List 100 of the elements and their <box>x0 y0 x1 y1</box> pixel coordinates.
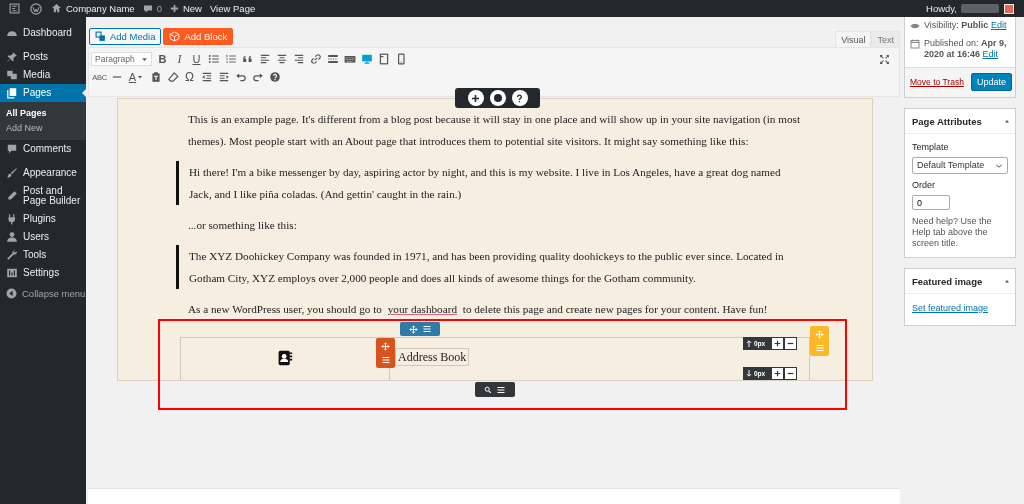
increase-button[interactable] <box>772 338 783 349</box>
help-button[interactable] <box>511 90 528 106</box>
numbered-list-icon <box>224 53 237 65</box>
plug-icon <box>6 213 18 225</box>
greeting: Howdy, <box>926 3 957 14</box>
square-icon <box>377 53 390 65</box>
indent-icon <box>217 71 230 83</box>
speech-bubble-icon <box>6 143 18 155</box>
editor-tab[interactable]: Visual <box>835 31 872 47</box>
view-page-link[interactable]: View Page <box>205 0 260 17</box>
editor-tab[interactable]: Text <box>871 31 900 47</box>
column-handle[interactable] <box>376 338 395 368</box>
layout-icon <box>9 3 20 14</box>
menu-item[interactable]: Posts <box>0 48 86 66</box>
fullscreen-icon <box>879 53 890 65</box>
sliders-icon <box>6 267 18 279</box>
menu-item[interactable]: Settings <box>0 264 86 282</box>
order-input[interactable]: 0 <box>912 195 950 210</box>
align-right-icon <box>292 53 305 65</box>
set-featured-image-link[interactable]: Set featured image <box>912 303 989 313</box>
add-media-button[interactable]: Add Media <box>89 28 162 45</box>
format-select[interactable]: Paragraph <box>91 52 152 66</box>
menu-item[interactable]: Comments <box>0 140 86 158</box>
photos-icon <box>6 69 18 81</box>
question-icon <box>515 93 524 103</box>
menu-item[interactable]: Media <box>0 66 86 84</box>
avatar-icon[interactable] <box>1004 3 1014 14</box>
search-icon <box>484 385 492 394</box>
format-button[interactable]: B <box>154 50 171 68</box>
paintbrush-icon <box>6 167 18 179</box>
collapse-toggle[interactable] <box>1004 278 1010 284</box>
decrease-button[interactable] <box>785 368 796 379</box>
down-arrow-icon <box>746 369 752 378</box>
move-icon <box>381 341 390 351</box>
increase-button[interactable] <box>772 368 783 379</box>
minus-icon <box>787 370 794 377</box>
undo-icon <box>234 71 247 83</box>
collapse-menu-button[interactable]: Collapse menu <box>0 284 86 302</box>
format-button[interactable]: U <box>188 50 205 68</box>
new-link[interactable]: New <box>165 0 206 17</box>
comments-link[interactable]: 0 <box>138 0 166 17</box>
row-toolbar[interactable] <box>475 382 515 397</box>
blockquote: The XYZ Doohickey Company was founded in 1971, and has been providing quality doohickeys to the public ever since. Located in Gotham City, XYZ employs over 2,000 people and does all kinds of awesome things for the Gotham community. <box>176 245 801 289</box>
cube-icon <box>169 31 181 42</box>
menu-item[interactable]: Plugins <box>0 210 86 228</box>
decrease-button[interactable] <box>785 338 796 349</box>
pin-icon <box>6 51 18 63</box>
keyboard-icon <box>343 53 356 65</box>
edit-link[interactable]: Edit <box>990 20 1007 30</box>
media-icon <box>95 31 106 42</box>
field-label: Template <box>912 142 950 153</box>
menu-item[interactable]: Dashboard <box>0 24 86 42</box>
submenu-item[interactable]: All Pages <box>0 106 86 121</box>
wrench-icon <box>6 249 18 261</box>
panel-title: Page Attributes <box>912 115 982 127</box>
template-select[interactable]: Default Template <box>912 157 1008 174</box>
caret-icon <box>141 55 148 63</box>
menu-icon <box>421 324 432 334</box>
menu-item[interactable]: Users <box>0 228 86 246</box>
collapse-toggle[interactable] <box>1004 118 1010 124</box>
caret-icon <box>137 74 144 80</box>
globe-button[interactable] <box>489 90 506 106</box>
format-button[interactable]: A <box>125 68 147 86</box>
pencil-icon <box>6 190 18 202</box>
move-to-trash-link[interactable]: Move to Trash <box>910 76 964 88</box>
format-button[interactable]: I <box>171 50 188 68</box>
blockquote: Hi there! I'm a bike messenger by day, aspiring actor by night, and this is my website. I live in Los Angeles, have a great dog named Jack, and I like piña coladas. (And gettin' caught in the rain.) <box>176 161 801 205</box>
site-name-link[interactable]: Company Name <box>47 0 139 17</box>
plus-icon <box>471 93 480 103</box>
link-icon <box>309 53 322 65</box>
paragraph: This is an example page. It's different from a blog post because it will stay in one place and will show up in your site navigation (in most themes). Most people start with an About page that introduces them to potential site visitors. It might say something like this: <box>188 112 802 149</box>
outdent-icon <box>200 71 213 83</box>
submenu-item[interactable]: Add New <box>0 121 86 136</box>
row-handle[interactable] <box>400 322 440 336</box>
help-text: Need help? Use the Help tab above the screen title. <box>912 216 993 249</box>
user-icon <box>6 231 18 243</box>
up-arrow-icon <box>746 339 752 348</box>
calendar-icon <box>910 39 920 49</box>
menu-item[interactable]: Pages <box>0 84 86 102</box>
plus-icon <box>169 4 179 13</box>
format-button[interactable]: Ω <box>181 68 198 86</box>
quote-icon <box>241 53 254 65</box>
read-more-icon <box>326 53 339 65</box>
clipboard-icon <box>149 71 162 83</box>
publish-date: Published on: Apr 9, 2020 at 16:46 Edit <box>924 38 1008 60</box>
bulleted-list-icon <box>207 53 220 65</box>
align-left-icon <box>258 53 271 65</box>
module-handle[interactable] <box>810 326 829 356</box>
caret-up-icon <box>1004 278 1010 284</box>
minus-icon <box>787 340 794 347</box>
address-book-icon <box>277 349 293 367</box>
dashboard-link[interactable]: your dashboard <box>384 303 460 315</box>
eraser-icon <box>166 71 179 83</box>
menu-item[interactable]: Tools <box>0 246 86 264</box>
menu-item[interactable]: Appearance <box>0 164 86 182</box>
add-button[interactable] <box>467 90 484 106</box>
update-button[interactable]: Update <box>970 73 1012 91</box>
menu-item[interactable]: Post and Page Builder <box>0 182 86 210</box>
edit-link[interactable]: Edit <box>982 49 999 59</box>
move-icon <box>408 324 418 334</box>
